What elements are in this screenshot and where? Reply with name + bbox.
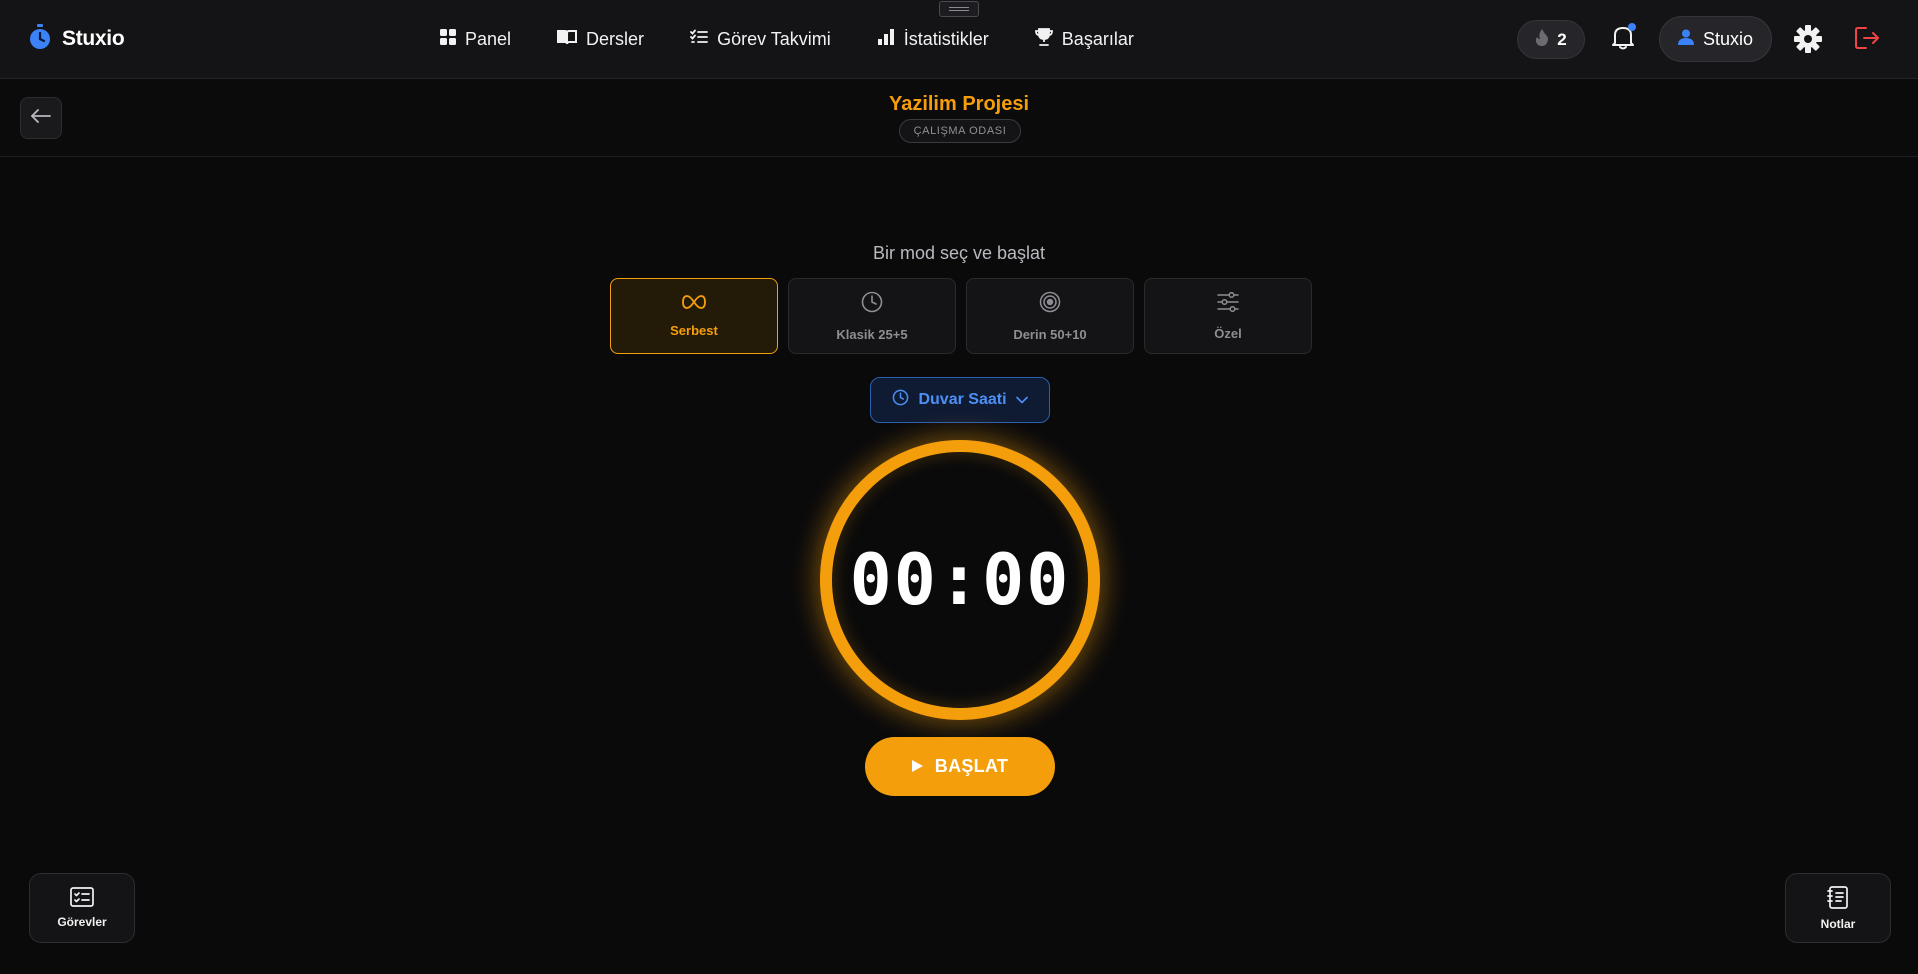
user-profile-button[interactable]: Stuxio bbox=[1659, 16, 1772, 62]
mode-derin[interactable]: Derin 50+10 bbox=[966, 278, 1134, 354]
notes-label: Notlar bbox=[1820, 917, 1856, 931]
brand-logo[interactable]: Stuxio bbox=[28, 23, 125, 55]
logout-icon bbox=[1854, 27, 1880, 55]
user-name: Stuxio bbox=[1702, 28, 1754, 49]
sliders-icon bbox=[1217, 291, 1239, 317]
mode-label: Özel bbox=[1214, 325, 1242, 341]
clock-style-dropdown[interactable]: Duvar Saati bbox=[870, 377, 1050, 423]
start-label: BAŞLAT bbox=[934, 756, 1009, 776]
streak-count: 2 bbox=[1557, 29, 1567, 49]
nav-label: Görev Takvimi bbox=[717, 28, 831, 49]
notes-panel-button[interactable]: Notlar bbox=[1785, 873, 1891, 943]
room-type-badge: ÇALIŞMA ODASI bbox=[899, 119, 1021, 143]
stopwatch-icon bbox=[28, 23, 52, 55]
settings-button[interactable] bbox=[1794, 25, 1822, 58]
timer-display: 00:00 bbox=[849, 539, 1071, 621]
nav-label: Dersler bbox=[586, 28, 645, 49]
nav-item-dersler[interactable]: Dersler bbox=[557, 29, 644, 50]
bar-chart-icon bbox=[877, 28, 895, 50]
target-icon bbox=[1039, 291, 1061, 318]
clock-icon bbox=[861, 291, 883, 318]
mode-ozel[interactable]: Özel bbox=[1144, 278, 1312, 354]
nav-item-istatistikler[interactable]: İstatistikler bbox=[877, 28, 989, 50]
gear-icon bbox=[1794, 25, 1822, 57]
mode-serbest[interactable]: Serbest bbox=[610, 278, 778, 354]
nav-label: Başarılar bbox=[1061, 28, 1134, 49]
tasks-panel-button[interactable]: Görevler bbox=[29, 873, 135, 943]
chevron-down-icon bbox=[1015, 391, 1028, 409]
notifications-button[interactable] bbox=[1608, 22, 1638, 56]
mode-klasik[interactable]: Klasik 25+5 bbox=[788, 278, 956, 354]
mode-selector: Serbest Klasik 25+5 Derin 50+10 Özel bbox=[610, 278, 1312, 354]
streak-counter[interactable]: 2 bbox=[1517, 20, 1585, 59]
nav-label: İstatistikler bbox=[903, 28, 989, 49]
main-nav: Panel Dersler Görev Takvimi İstatistikle… bbox=[440, 22, 1180, 56]
nav-item-basarilar[interactable]: Başarılar bbox=[1034, 27, 1134, 51]
infinity-icon bbox=[682, 294, 706, 314]
start-button[interactable]: BAŞLAT bbox=[865, 737, 1055, 796]
nav-item-panel[interactable]: Panel bbox=[440, 28, 512, 50]
checklist-icon bbox=[690, 29, 708, 50]
grid-icon bbox=[440, 28, 456, 50]
book-icon bbox=[557, 29, 578, 50]
clock-style-label: Duvar Saati bbox=[918, 391, 1007, 408]
brand-name: Stuxio bbox=[62, 27, 125, 50]
user-icon bbox=[1677, 29, 1694, 50]
mode-label: Klasik 25+5 bbox=[836, 326, 908, 342]
tasks-label: Görevler bbox=[57, 915, 107, 929]
trophy-icon bbox=[1034, 27, 1053, 51]
mode-label: Serbest bbox=[670, 322, 718, 338]
room-header: Yazilim Projesi ÇALIŞMA ODASI bbox=[0, 79, 1918, 157]
logout-button[interactable] bbox=[1854, 25, 1880, 56]
room-title: Yazilim Projesi bbox=[888, 93, 1030, 115]
notification-dot bbox=[1628, 23, 1636, 31]
task-list-icon bbox=[70, 887, 94, 910]
play-icon bbox=[911, 756, 923, 777]
top-navigation-bar: Stuxio Panel Dersler Görev Takvimi İstat… bbox=[0, 0, 1918, 79]
nav-item-gorev-takvimi[interactable]: Görev Takvimi bbox=[690, 29, 831, 50]
flame-icon bbox=[1535, 28, 1549, 51]
notebook-icon bbox=[1827, 885, 1849, 912]
timer-ring: 00:00 bbox=[820, 440, 1100, 720]
nav-label: Panel bbox=[465, 28, 512, 49]
clock-icon bbox=[892, 389, 909, 411]
mode-prompt: Bir mod seç ve başlat bbox=[872, 243, 1046, 263]
mode-label: Derin 50+10 bbox=[1013, 326, 1087, 342]
window-drag-handle[interactable] bbox=[939, 1, 979, 17]
